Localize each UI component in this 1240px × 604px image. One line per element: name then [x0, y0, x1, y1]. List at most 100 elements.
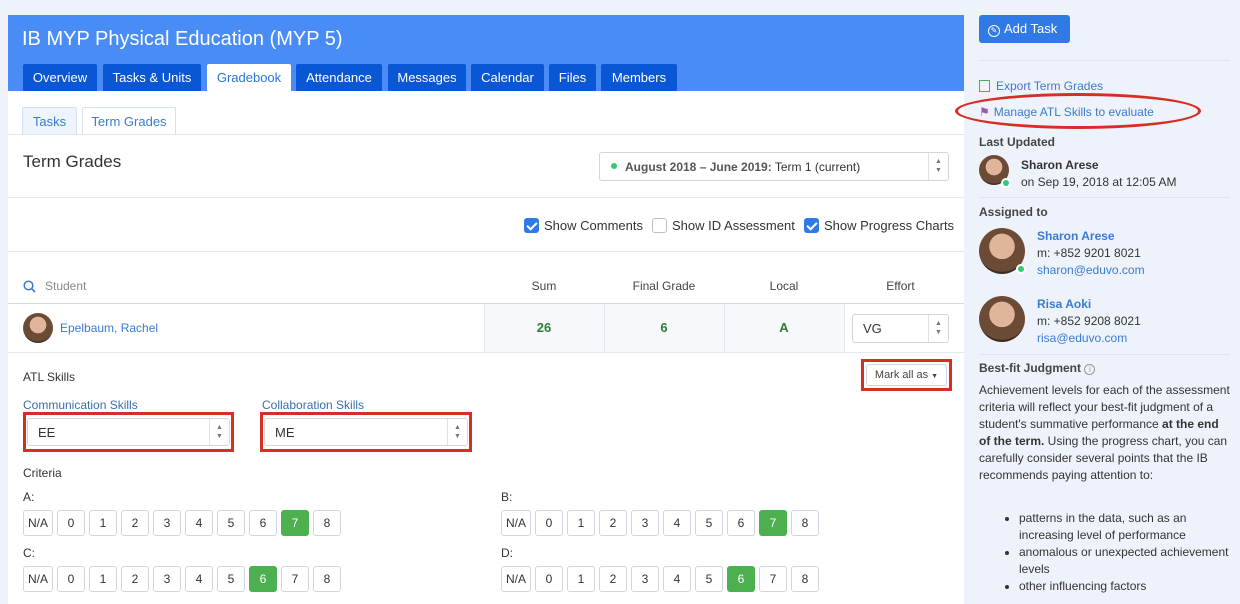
assignee-name-sharon[interactable]: Sharon Arese: [1037, 229, 1115, 243]
divider: [979, 354, 1230, 355]
communication-skills-select[interactable]: EE ▲ ▼: [27, 418, 230, 446]
manage-atl-skills-label: Manage ATL Skills to evaluate: [993, 105, 1154, 119]
criterion-b-grade-button[interactable]: 8: [791, 510, 819, 536]
criterion-a-grade-button[interactable]: 0: [57, 510, 85, 536]
export-icon: [979, 80, 990, 92]
mark-all-label: Mark all as: [874, 369, 929, 381]
criterion-c-grade-button[interactable]: 2: [121, 566, 149, 592]
select-arrows-icon: ▲ ▼: [209, 419, 229, 445]
criterion-d-grade-button[interactable]: N/A: [501, 566, 531, 592]
add-task-label: Add Task: [1004, 21, 1058, 36]
criterion-a-grade-button[interactable]: 8: [313, 510, 341, 536]
criterion-b-grade-button[interactable]: 7: [759, 510, 787, 536]
criterion-c-grade-button[interactable]: 6: [249, 566, 277, 592]
subtab-term-grades[interactable]: Term Grades: [82, 107, 176, 135]
assignee-name-risa[interactable]: Risa Aoki: [1037, 297, 1091, 311]
assigned-to-heading: Assigned to: [979, 205, 1048, 219]
criterion-a-grade-button[interactable]: 7: [281, 510, 309, 536]
tab-calendar[interactable]: Calendar: [471, 64, 544, 91]
show-comments-label: Show Comments: [544, 218, 643, 233]
divider: [979, 60, 1230, 61]
tab-tasks-units[interactable]: Tasks & Units: [103, 64, 201, 91]
select-arrows-icon: ▲ ▼: [928, 315, 948, 342]
criterion-a-grade-button[interactable]: 1: [89, 510, 117, 536]
tab-gradebook[interactable]: Gradebook: [207, 64, 291, 92]
criterion-d-grade-button[interactable]: 0: [535, 566, 563, 592]
atl-skills-icon: ⚑: [979, 105, 990, 119]
student-avatar: [23, 313, 53, 343]
info-icon[interactable]: i: [1084, 364, 1096, 375]
assignee-phone-risa: m: +852 9208 8021: [1037, 314, 1141, 328]
show-progress-charts-checkbox[interactable]: [804, 218, 819, 233]
student-search-input[interactable]: Student: [45, 279, 86, 293]
criterion-c-grade-button[interactable]: 5: [217, 566, 245, 592]
term-select[interactable]: August 2018 – June 2019: Term 1 (current…: [599, 152, 949, 181]
last-updated-heading: Last Updated: [979, 135, 1056, 149]
criterion-d-grade-button[interactable]: 6: [727, 566, 755, 592]
manage-atl-skills-link[interactable]: ⚑ Manage ATL Skills to evaluate: [979, 105, 1154, 119]
caret-down-icon: ▼: [931, 373, 939, 380]
divider: [8, 251, 964, 252]
tab-overview[interactable]: Overview: [23, 64, 97, 91]
subtab-tasks[interactable]: Tasks: [22, 107, 77, 135]
tab-attendance[interactable]: Attendance: [296, 64, 382, 91]
divider: [979, 197, 1230, 198]
criterion-d-grade-button[interactable]: 7: [759, 566, 787, 592]
tab-members[interactable]: Members: [601, 64, 677, 91]
column-final-grade: Final Grade: [632, 279, 696, 293]
criterion-d-grade-button[interactable]: 8: [791, 566, 819, 592]
criterion-c-label: C:: [23, 546, 35, 560]
criterion-a-grade-button[interactable]: 4: [185, 510, 213, 536]
criterion-a-grade-button[interactable]: N/A: [23, 510, 53, 536]
final-grade-value: 6: [660, 320, 668, 335]
tab-messages[interactable]: Messages: [388, 64, 466, 91]
criterion-d-grade-button[interactable]: 5: [695, 566, 723, 592]
criterion-a-grade-button[interactable]: 5: [217, 510, 245, 536]
criterion-b-grade-button[interactable]: 0: [535, 510, 563, 536]
criterion-c-grade-button[interactable]: N/A: [23, 566, 53, 592]
tab-files[interactable]: Files: [549, 64, 596, 91]
effort-select[interactable]: VG ▲ ▼: [852, 314, 949, 343]
edit-icon: ✎: [988, 25, 1000, 37]
criterion-b-grade-button[interactable]: 1: [567, 510, 595, 536]
criterion-c-grade-button[interactable]: 3: [153, 566, 181, 592]
criterion-a-grade-button[interactable]: 3: [153, 510, 181, 536]
criterion-c-grade-button[interactable]: 4: [185, 566, 213, 592]
criterion-b-grade-button[interactable]: 4: [663, 510, 691, 536]
assignee-email-sharon[interactable]: sharon@eduvo.com: [1037, 263, 1145, 277]
criterion-a-label: A:: [23, 490, 35, 504]
effort-select-value: VG: [863, 321, 882, 336]
show-id-assessment-checkbox[interactable]: [652, 218, 667, 233]
show-comments-checkbox[interactable]: [524, 218, 539, 233]
export-term-grades-link[interactable]: Export Term Grades: [979, 79, 1103, 93]
criterion-c-grade-button[interactable]: 7: [281, 566, 309, 592]
column-sum: Sum: [531, 279, 557, 293]
criterion-c-grade-button[interactable]: 0: [57, 566, 85, 592]
add-task-button[interactable]: ✎ Add Task: [979, 15, 1070, 43]
mark-all-button[interactable]: Mark all as ▼: [866, 364, 947, 386]
collaboration-skills-select[interactable]: ME ▲ ▼: [264, 418, 468, 446]
criterion-b-grade-button[interactable]: 6: [727, 510, 755, 536]
subtab-divider: [8, 134, 964, 135]
criterion-b-grade-button[interactable]: 2: [599, 510, 627, 536]
criterion-b-label: B:: [501, 490, 513, 504]
column-local: Local: [769, 279, 799, 293]
bestfit-point: other influencing factors: [1019, 578, 1229, 595]
criterion-b-grade-button[interactable]: 3: [631, 510, 659, 536]
assignee-email-risa[interactable]: risa@eduvo.com: [1037, 331, 1127, 345]
criterion-a-grade-button[interactable]: 6: [249, 510, 277, 536]
bestfit-point: patterns in the data, such as an increas…: [1019, 510, 1229, 544]
criterion-d-grade-button[interactable]: 2: [599, 566, 627, 592]
criterion-b-grade-button[interactable]: 5: [695, 510, 723, 536]
criterion-b-grade-button[interactable]: N/A: [501, 510, 531, 536]
criterion-d-grade-button[interactable]: 4: [663, 566, 691, 592]
criterion-a-grade-button[interactable]: 2: [121, 510, 149, 536]
collaboration-skills-label: Collaboration Skills: [262, 398, 365, 412]
criterion-d-grade-button[interactable]: 3: [631, 566, 659, 592]
criterion-c-grade-button[interactable]: 1: [89, 566, 117, 592]
bestfit-description: Achievement levels for each of the asses…: [979, 382, 1231, 484]
criterion-c-grade-button[interactable]: 8: [313, 566, 341, 592]
student-name-link[interactable]: Epelbaum, Rachel: [60, 321, 158, 335]
criterion-d-grade-button[interactable]: 1: [567, 566, 595, 592]
criteria-heading: Criteria: [23, 466, 62, 480]
